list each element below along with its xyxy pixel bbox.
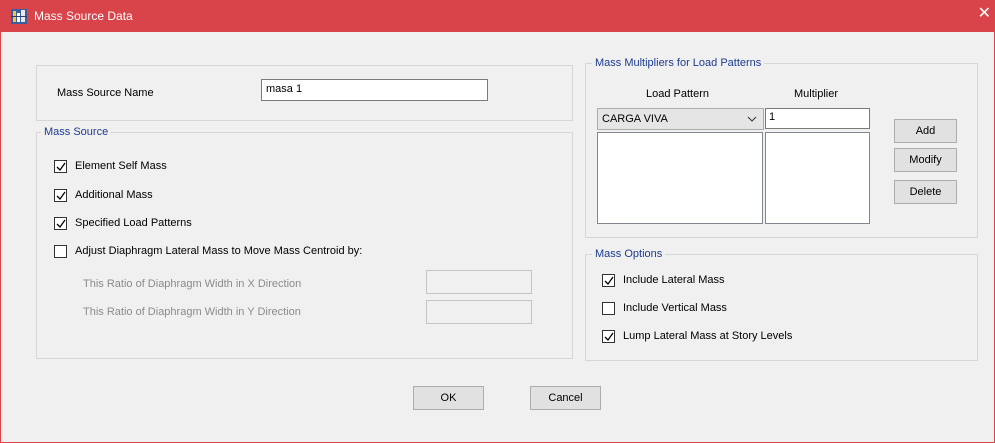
dialog-body: Mass Source Name masa 1 Mass Source Elem…	[0, 32, 995, 443]
chevron-down-icon	[747, 116, 757, 122]
specified-load-patterns-checkbox[interactable]	[54, 217, 67, 230]
add-button[interactable]: Add	[894, 119, 957, 143]
multipliers-legend: Mass Multipliers for Load Patterns	[592, 57, 765, 70]
adjust-diaphragm-checkbox[interactable]	[54, 245, 67, 258]
additional-mass-checkbox[interactable]	[54, 189, 67, 202]
mass-options-legend: Mass Options	[592, 248, 666, 261]
multiplier-column-header: Multiplier	[794, 88, 839, 100]
mass-source-name-label: Mass Source Name	[57, 87, 154, 99]
include-lateral-mass-checkbox[interactable]	[602, 274, 615, 287]
multiplier-list[interactable]	[765, 132, 870, 224]
ok-button[interactable]: OK	[413, 386, 484, 410]
ratio-x-input[interactable]	[426, 270, 532, 294]
specified-load-patterns-label: Specified Load Patterns	[75, 217, 192, 229]
mass-source-legend: Mass Source	[41, 126, 112, 139]
mass-source-name-input[interactable]: masa 1	[261, 79, 488, 101]
delete-button[interactable]: Delete	[894, 180, 957, 204]
load-pattern-list[interactable]	[597, 132, 763, 224]
ratio-y-input[interactable]	[426, 300, 532, 324]
check-icon	[604, 332, 614, 342]
cancel-button[interactable]: Cancel	[530, 386, 601, 410]
title-bar: Mass Source Data ✕	[0, 0, 995, 32]
modify-button[interactable]: Modify	[894, 148, 957, 172]
check-icon	[604, 276, 614, 286]
load-pattern-column-header: Load Pattern	[646, 88, 709, 100]
window-title: Mass Source Data	[34, 9, 133, 23]
element-self-mass-checkbox[interactable]	[54, 160, 67, 173]
close-icon[interactable]: ✕	[978, 6, 991, 22]
load-pattern-dropdown[interactable]: CARGA VIVA	[597, 108, 764, 130]
element-self-mass-label: Element Self Mass	[75, 160, 167, 172]
ratio-x-label: This Ratio of Diaphragm Width in X Direc…	[83, 278, 302, 290]
include-vertical-mass-label: Include Vertical Mass	[623, 302, 727, 314]
load-pattern-selected: CARGA VIVA	[602, 113, 668, 125]
lump-lateral-mass-label: Lump Lateral Mass at Story Levels	[623, 330, 793, 342]
adjust-diaphragm-label: Adjust Diaphragm Lateral Mass to Move Ma…	[75, 245, 363, 257]
additional-mass-label: Additional Mass	[75, 189, 153, 201]
include-vertical-mass-checkbox[interactable]	[602, 302, 615, 315]
check-icon	[56, 162, 66, 172]
multiplier-input[interactable]: 1	[765, 108, 870, 129]
lump-lateral-mass-checkbox[interactable]	[602, 330, 615, 343]
app-icon	[11, 9, 27, 24]
check-icon	[56, 219, 66, 229]
include-lateral-mass-label: Include Lateral Mass	[623, 274, 725, 286]
ratio-y-label: This Ratio of Diaphragm Width in Y Direc…	[83, 306, 301, 318]
check-icon	[56, 191, 66, 201]
